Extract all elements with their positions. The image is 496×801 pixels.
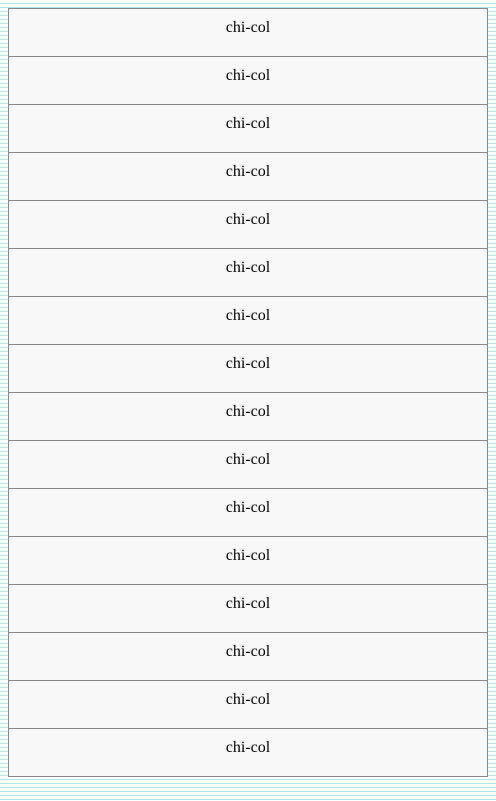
list-item-label: chi-col — [225, 739, 271, 756]
column-container: chi-col chi-col chi-col chi-col chi-col … — [8, 8, 488, 777]
list-item-label: chi-col — [225, 355, 271, 372]
list-item: chi-col — [9, 489, 487, 537]
list-item: chi-col — [9, 729, 487, 777]
list-item-label: chi-col — [225, 499, 271, 516]
list-item-label: chi-col — [225, 67, 271, 84]
list-item-label: chi-col — [225, 163, 271, 180]
list-item-label: chi-col — [225, 19, 271, 36]
list-item: chi-col — [9, 153, 487, 201]
list-item: chi-col — [9, 537, 487, 585]
list-item: chi-col — [9, 201, 487, 249]
list-item: chi-col — [9, 441, 487, 489]
list-item: chi-col — [9, 297, 487, 345]
list-item: chi-col — [9, 633, 487, 681]
list-item: chi-col — [9, 105, 487, 153]
list-item: chi-col — [9, 585, 487, 633]
list-item-label: chi-col — [225, 643, 271, 660]
list-item-label: chi-col — [225, 403, 271, 420]
list-item: chi-col — [9, 681, 487, 729]
list-item: chi-col — [9, 9, 487, 57]
list-item-label: chi-col — [225, 451, 271, 468]
list-item-label: chi-col — [225, 115, 271, 132]
list-item-label: chi-col — [225, 211, 271, 228]
list-item: chi-col — [9, 393, 487, 441]
list-item: chi-col — [9, 57, 487, 105]
list-item: chi-col — [9, 345, 487, 393]
list-item-label: chi-col — [225, 691, 271, 708]
list-item-label: chi-col — [225, 307, 271, 324]
list-item: chi-col — [9, 249, 487, 297]
list-item-label: chi-col — [225, 259, 271, 276]
list-item-label: chi-col — [225, 595, 271, 612]
list-item-label: chi-col — [225, 547, 271, 564]
